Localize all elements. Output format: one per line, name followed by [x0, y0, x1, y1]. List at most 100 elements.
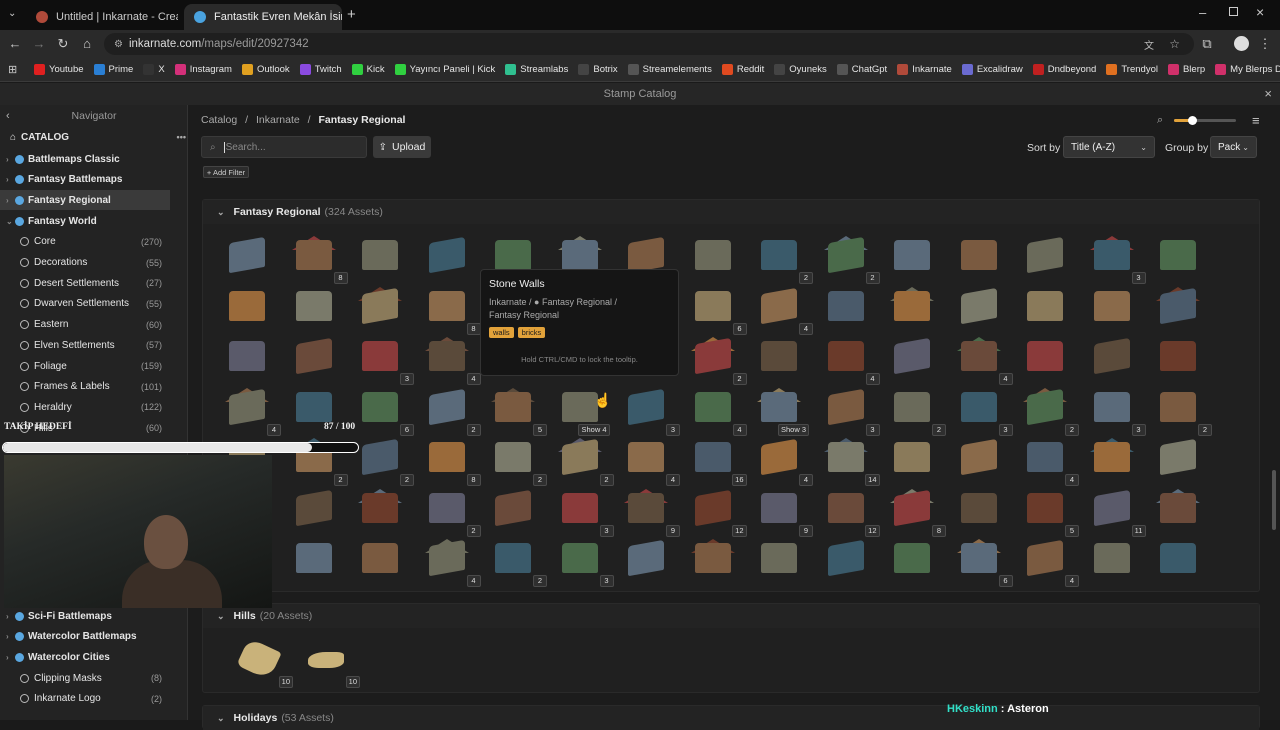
- expand-chevron-icon[interactable]: ›: [6, 175, 12, 184]
- sidebar-item[interactable]: Elven Settlements (57): [0, 335, 170, 355]
- sidebar-item[interactable]: Eastern (60): [0, 315, 170, 335]
- stamp-asset[interactable]: 6: [354, 386, 414, 436]
- stamp-hill[interactable]: 10: [300, 638, 360, 688]
- profile-avatar[interactable]: [1234, 36, 1249, 51]
- upload-button[interactable]: ⇪ Upload: [373, 136, 431, 158]
- stamp-asset[interactable]: 3: [554, 487, 614, 537]
- stamp-hill[interactable]: 10: [233, 637, 293, 688]
- stamp-asset[interactable]: [953, 487, 1005, 531]
- sidebar-item[interactable]: › Watercolor Cities: [0, 647, 170, 667]
- stamp-asset[interactable]: 4: [221, 386, 281, 436]
- stamp-asset[interactable]: [953, 285, 1005, 329]
- group-header[interactable]: ⌄ Hills (20 Assets): [203, 604, 1259, 628]
- back-icon[interactable]: ←: [6, 35, 24, 53]
- bookmark-item[interactable]: Trendyol: [1106, 64, 1158, 75]
- bookmark-item[interactable]: X: [143, 64, 165, 75]
- stamp-asset[interactable]: [354, 234, 406, 278]
- stamp-asset[interactable]: [1152, 436, 1204, 480]
- stamp-asset[interactable]: [1152, 234, 1204, 278]
- sidebar-item[interactable]: Desert Settlements (27): [0, 273, 170, 293]
- group-header[interactable]: ⌄ Holidays (53 Assets): [203, 706, 1259, 730]
- sidebar-item[interactable]: ⌄ Fantasy World: [0, 211, 170, 231]
- stamp-asset[interactable]: [1019, 335, 1071, 379]
- stamp-asset[interactable]: [820, 537, 872, 581]
- stamp-asset[interactable]: [487, 487, 539, 531]
- sidebar-item[interactable]: Dwarven Settlements (55): [0, 294, 170, 314]
- stamp-asset[interactable]: 4: [421, 335, 481, 385]
- stamp-asset[interactable]: 4: [953, 335, 1013, 385]
- catalog-root[interactable]: ⌂ CATALOG •••: [10, 127, 186, 147]
- bookmark-item[interactable]: Inkarnate: [897, 64, 952, 75]
- group-select[interactable]: Pack ⌄: [1210, 136, 1257, 158]
- stamp-asset[interactable]: [1019, 234, 1071, 278]
- stamp-asset[interactable]: Show 3: [753, 386, 809, 436]
- add-filter-button[interactable]: + Add Filter: [203, 166, 249, 178]
- group-header[interactable]: ⌄ Fantasy Regional (324 Assets): [203, 200, 1259, 224]
- stamp-asset[interactable]: 4: [753, 285, 813, 335]
- breadcrumb-inkarnate[interactable]: Inkarnate: [256, 114, 300, 126]
- site-info-icon[interactable]: ⚙: [114, 39, 123, 50]
- stamp-asset[interactable]: 2: [421, 487, 481, 537]
- tag-bricks[interactable]: bricks: [517, 327, 546, 338]
- stamp-asset[interactable]: 2: [820, 234, 880, 284]
- sidebar-item[interactable]: Core (270): [0, 232, 170, 252]
- bookmark-item[interactable]: Yayıncı Paneli | Kick: [394, 64, 495, 75]
- stamp-asset[interactable]: 4: [620, 436, 680, 486]
- stamp-asset[interactable]: 2: [1152, 386, 1212, 436]
- stamp-asset[interactable]: [421, 234, 473, 278]
- stamp-asset[interactable]: [953, 234, 1005, 278]
- sidebar-item[interactable]: › Fantasy Battlemaps: [0, 170, 170, 190]
- stamp-asset[interactable]: 2: [554, 436, 614, 486]
- bookmark-item[interactable]: My Blerps Dashboard: [1215, 64, 1280, 75]
- stamp-asset[interactable]: [687, 234, 739, 278]
- tab-inkarnate[interactable]: Untitled | Inkarnate - Create Fa ×: [26, 4, 178, 30]
- stamp-asset[interactable]: [620, 537, 672, 581]
- bookmark-star-icon[interactable]: ☆: [1169, 37, 1180, 51]
- stamp-asset[interactable]: [1086, 335, 1138, 379]
- menu-kebab-icon[interactable]: ⋮: [1256, 35, 1274, 53]
- stamp-asset[interactable]: 4: [687, 386, 747, 436]
- stamp-asset[interactable]: 11: [1086, 487, 1146, 537]
- stamp-asset[interactable]: [1152, 487, 1204, 531]
- stamp-asset[interactable]: [687, 537, 739, 581]
- stamp-asset[interactable]: 9: [620, 487, 680, 537]
- sidebar-item[interactable]: › Watercolor Battlemaps: [0, 627, 170, 647]
- tab-list-chevron-icon[interactable]: ⌄: [8, 8, 16, 19]
- address-bar[interactable]: ⚙ inkarnate.com/maps/edit/20927342 文 ☆: [104, 33, 1194, 55]
- expand-chevron-icon[interactable]: ›: [6, 653, 12, 662]
- bookmark-item[interactable]: Oyuneks: [774, 64, 827, 75]
- expand-chevron-icon[interactable]: ⌄: [6, 217, 13, 226]
- stamp-asset[interactable]: [221, 285, 273, 329]
- stamp-asset[interactable]: [221, 335, 273, 379]
- stamp-asset[interactable]: [820, 285, 872, 329]
- stamp-asset[interactable]: 9: [753, 487, 813, 537]
- stamp-asset[interactable]: [288, 335, 340, 379]
- stamp-asset[interactable]: [1086, 285, 1138, 329]
- more-options-icon[interactable]: •••: [177, 132, 186, 142]
- maximize-icon[interactable]: [1229, 7, 1238, 16]
- stamp-asset[interactable]: 4: [820, 335, 880, 385]
- tag-walls[interactable]: walls: [489, 327, 514, 338]
- extensions-icon[interactable]: ⧉: [1198, 35, 1216, 53]
- bookmark-item[interactable]: Blerp: [1167, 64, 1205, 75]
- stamp-asset[interactable]: [886, 285, 938, 329]
- sort-select[interactable]: Title (A-Z) ⌄: [1063, 136, 1155, 158]
- bookmark-item[interactable]: Outlook: [241, 64, 290, 75]
- stamp-asset[interactable]: 3: [820, 386, 880, 436]
- stamp-asset[interactable]: 2: [687, 335, 747, 385]
- stamp-asset[interactable]: 5: [487, 386, 547, 436]
- new-tab-icon[interactable]: +: [347, 6, 356, 23]
- tab-fantastik[interactable]: Fantastik Evren Mekân İsimleri ×: [184, 4, 342, 30]
- sidebar-item[interactable]: Clipping Masks (8): [0, 668, 170, 688]
- stamp-asset[interactable]: [753, 537, 805, 581]
- stamp-asset[interactable]: 14: [820, 436, 880, 486]
- stamp-asset[interactable]: 3: [953, 386, 1013, 436]
- stamp-asset[interactable]: 8: [288, 234, 348, 284]
- stamp-asset[interactable]: 16: [687, 436, 747, 486]
- stamp-asset[interactable]: 3: [1086, 386, 1146, 436]
- bookmark-item[interactable]: Kick: [351, 64, 385, 75]
- stamp-asset[interactable]: [354, 285, 406, 329]
- stamp-asset[interactable]: [1152, 285, 1204, 329]
- breadcrumb-catalog[interactable]: Catalog: [201, 114, 237, 126]
- sidebar-item[interactable]: Inkarnate Logo (2): [0, 689, 170, 709]
